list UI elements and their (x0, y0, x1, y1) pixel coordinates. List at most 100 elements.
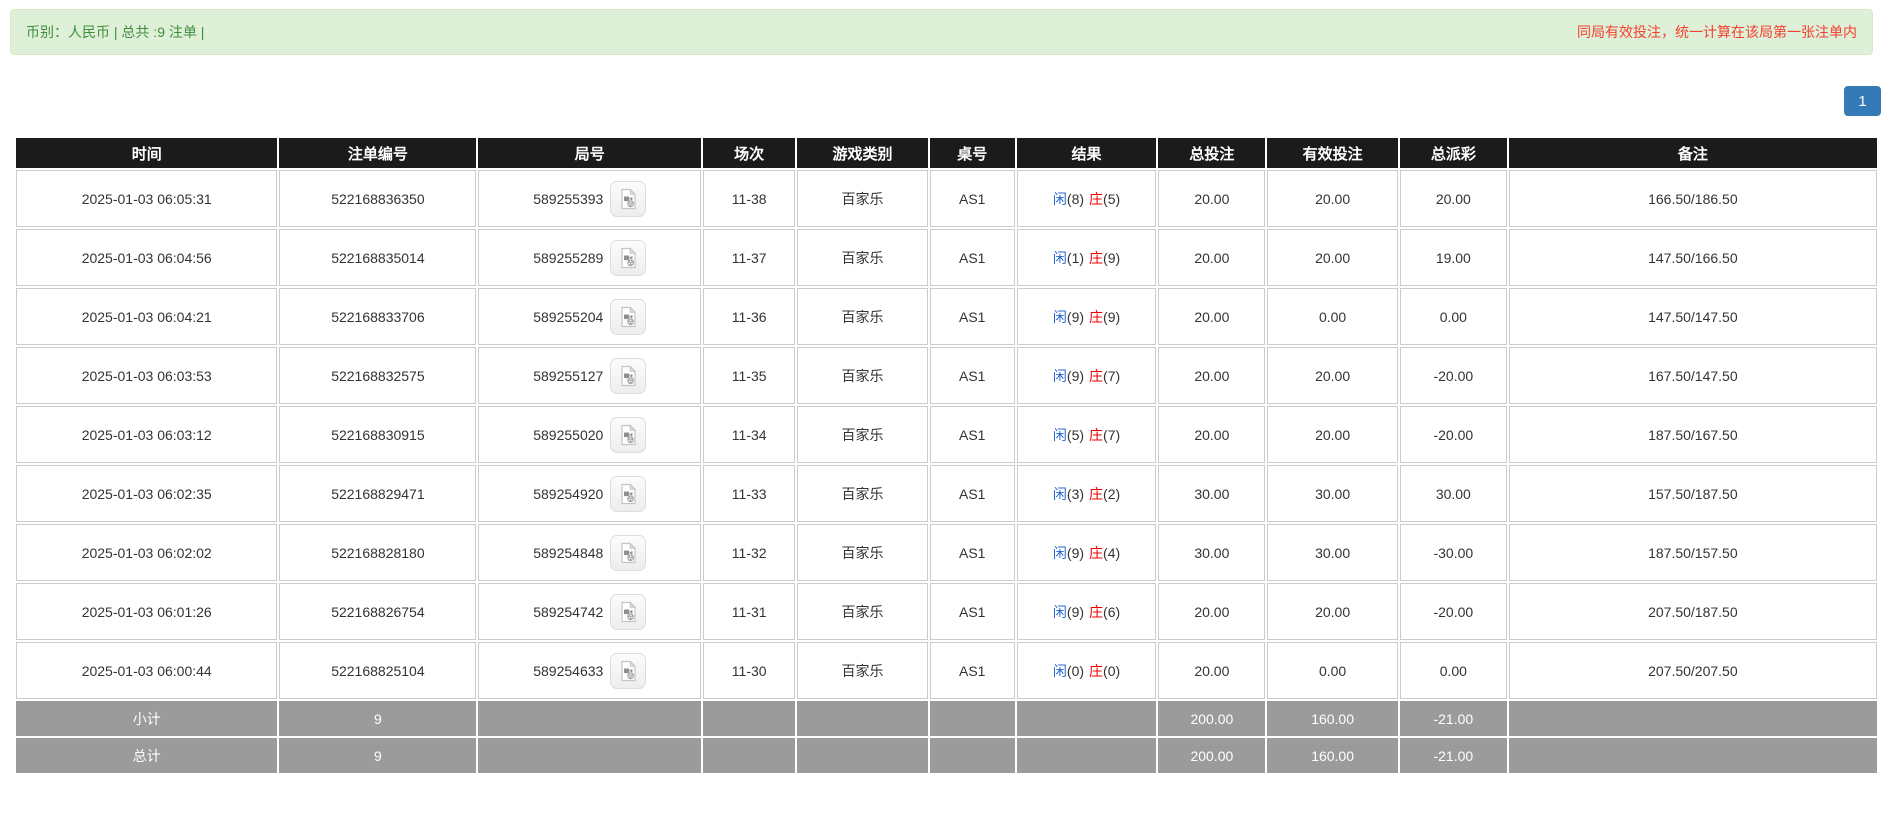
replay-button[interactable] (610, 181, 646, 217)
cell-valid-bet: 20.00 (1267, 347, 1398, 404)
cell-game-type: 百家乐 (797, 406, 928, 463)
summary-row: 小计 9 200.00 160.00 -21.00 (16, 701, 1877, 736)
result-player-points: (8) (1067, 191, 1084, 207)
cell-total-bet: 20.00 (1158, 583, 1265, 640)
cell-result: 闲(9)庄(7) (1017, 347, 1157, 404)
table-row: 2025-01-03 06:04:56 522168835014 5892552… (16, 229, 1877, 286)
column-header: 时间 (16, 138, 277, 168)
cell-time: 2025-01-03 06:03:12 (16, 406, 277, 463)
cell-round-number: 589254920 (478, 465, 701, 522)
replay-button[interactable] (610, 417, 646, 453)
cell-bet-number: 522168832575 (279, 347, 476, 404)
cell-bet-number: 522168829471 (279, 465, 476, 522)
cell-valid-bet: 0.00 (1267, 288, 1398, 345)
cell-table-number: AS1 (930, 229, 1015, 286)
replay-button[interactable] (610, 299, 646, 335)
cell-remark: 167.50/147.50 (1509, 347, 1877, 404)
cell-valid-bet: 20.00 (1267, 583, 1398, 640)
column-header: 有效投注 (1267, 138, 1398, 168)
cell-remark: 187.50/157.50 (1509, 524, 1877, 581)
cell-time: 2025-01-03 06:04:56 (16, 229, 277, 286)
result-banker-label: 庄 (1089, 191, 1103, 207)
cell-payout: -30.00 (1400, 524, 1507, 581)
cell-game-type: 百家乐 (797, 465, 928, 522)
summary-payout: -21.00 (1400, 701, 1507, 736)
cell-game-type: 百家乐 (797, 170, 928, 227)
result-banker-label: 庄 (1089, 486, 1103, 502)
result-player-label: 闲 (1053, 191, 1067, 207)
result-banker-points: (7) (1103, 368, 1120, 384)
cell-total-bet: 20.00 (1158, 642, 1265, 699)
cell-total-bet: 20.00 (1158, 170, 1265, 227)
currency-summary-text: 币别：人民币 | 总共 :9 注单 | (26, 22, 204, 42)
replay-button[interactable] (610, 535, 646, 571)
result-player-points: (9) (1067, 545, 1084, 561)
replay-button[interactable] (610, 653, 646, 689)
page-button-1[interactable]: 1 (1844, 86, 1881, 116)
cell-payout: -20.00 (1400, 406, 1507, 463)
cell-result: 闲(5)庄(7) (1017, 406, 1157, 463)
summary-count: 9 (279, 738, 476, 773)
column-header: 总投注 (1158, 138, 1265, 168)
replay-button[interactable] (610, 240, 646, 276)
bet-records-table: 时间注单编号局号场次游戏类别桌号结果总投注有效投注总派彩备注 2025-01-0… (14, 136, 1879, 775)
bet-records-table-wrap: 时间注单编号局号场次游戏类别桌号结果总投注有效投注总派彩备注 2025-01-0… (14, 136, 1879, 775)
cell-payout: 30.00 (1400, 465, 1507, 522)
pagination: 1 (0, 86, 1881, 116)
summary-label: 总计 (16, 738, 277, 773)
cell-payout: -20.00 (1400, 583, 1507, 640)
summary-valid-bet: 160.00 (1267, 701, 1398, 736)
result-banker-points: (5) (1103, 191, 1120, 207)
cell-result: 闲(3)庄(2) (1017, 465, 1157, 522)
round-number-text: 589255393 (533, 191, 603, 207)
column-header: 备注 (1509, 138, 1877, 168)
result-player-label: 闲 (1053, 604, 1067, 620)
result-player-label: 闲 (1053, 427, 1067, 443)
cell-table-number: AS1 (930, 642, 1015, 699)
column-header: 注单编号 (279, 138, 476, 168)
cell-valid-bet: 20.00 (1267, 406, 1398, 463)
cell-time: 2025-01-03 06:01:26 (16, 583, 277, 640)
column-header: 场次 (703, 138, 795, 168)
video-replay-icon (616, 246, 640, 270)
summary-label: 小计 (16, 701, 277, 736)
cell-time: 2025-01-03 06:04:21 (16, 288, 277, 345)
round-number-text: 589255204 (533, 309, 603, 325)
table-row: 2025-01-03 06:02:02 522168828180 5892548… (16, 524, 1877, 581)
cell-round-number: 589255127 (478, 347, 701, 404)
table-row: 2025-01-03 06:03:12 522168830915 5892550… (16, 406, 1877, 463)
cell-remark: 157.50/187.50 (1509, 465, 1877, 522)
video-replay-icon (616, 187, 640, 211)
cell-session: 11-30 (703, 642, 795, 699)
cell-game-type: 百家乐 (797, 229, 928, 286)
result-player-label: 闲 (1053, 545, 1067, 561)
summary-total-bet: 200.00 (1158, 701, 1265, 736)
cell-total-bet: 20.00 (1158, 229, 1265, 286)
cell-result: 闲(9)庄(4) (1017, 524, 1157, 581)
result-banker-points: (6) (1103, 604, 1120, 620)
result-banker-label: 庄 (1089, 545, 1103, 561)
cell-remark: 166.50/186.50 (1509, 170, 1877, 227)
table-row: 2025-01-03 06:03:53 522168832575 5892551… (16, 347, 1877, 404)
round-number-text: 589254742 (533, 604, 603, 620)
cell-bet-number: 522168833706 (279, 288, 476, 345)
result-player-points: (9) (1067, 604, 1084, 620)
result-banker-label: 庄 (1089, 309, 1103, 325)
replay-button[interactable] (610, 476, 646, 512)
result-banker-points: (9) (1103, 250, 1120, 266)
result-player-label: 闲 (1053, 663, 1067, 679)
round-number-text: 589254848 (533, 545, 603, 561)
column-header: 桌号 (930, 138, 1015, 168)
replay-button[interactable] (610, 594, 646, 630)
cell-table-number: AS1 (930, 583, 1015, 640)
replay-button[interactable] (610, 358, 646, 394)
cell-bet-number: 522168826754 (279, 583, 476, 640)
table-row: 2025-01-03 06:01:26 522168826754 5892547… (16, 583, 1877, 640)
cell-valid-bet: 20.00 (1267, 229, 1398, 286)
cell-result: 闲(0)庄(0) (1017, 642, 1157, 699)
cell-session: 11-33 (703, 465, 795, 522)
cell-valid-bet: 30.00 (1267, 465, 1398, 522)
cell-remark: 147.50/147.50 (1509, 288, 1877, 345)
cell-total-bet: 30.00 (1158, 465, 1265, 522)
valid-bet-rule-text: 同局有效投注，统一计算在该局第一张注单内 (1577, 22, 1857, 42)
